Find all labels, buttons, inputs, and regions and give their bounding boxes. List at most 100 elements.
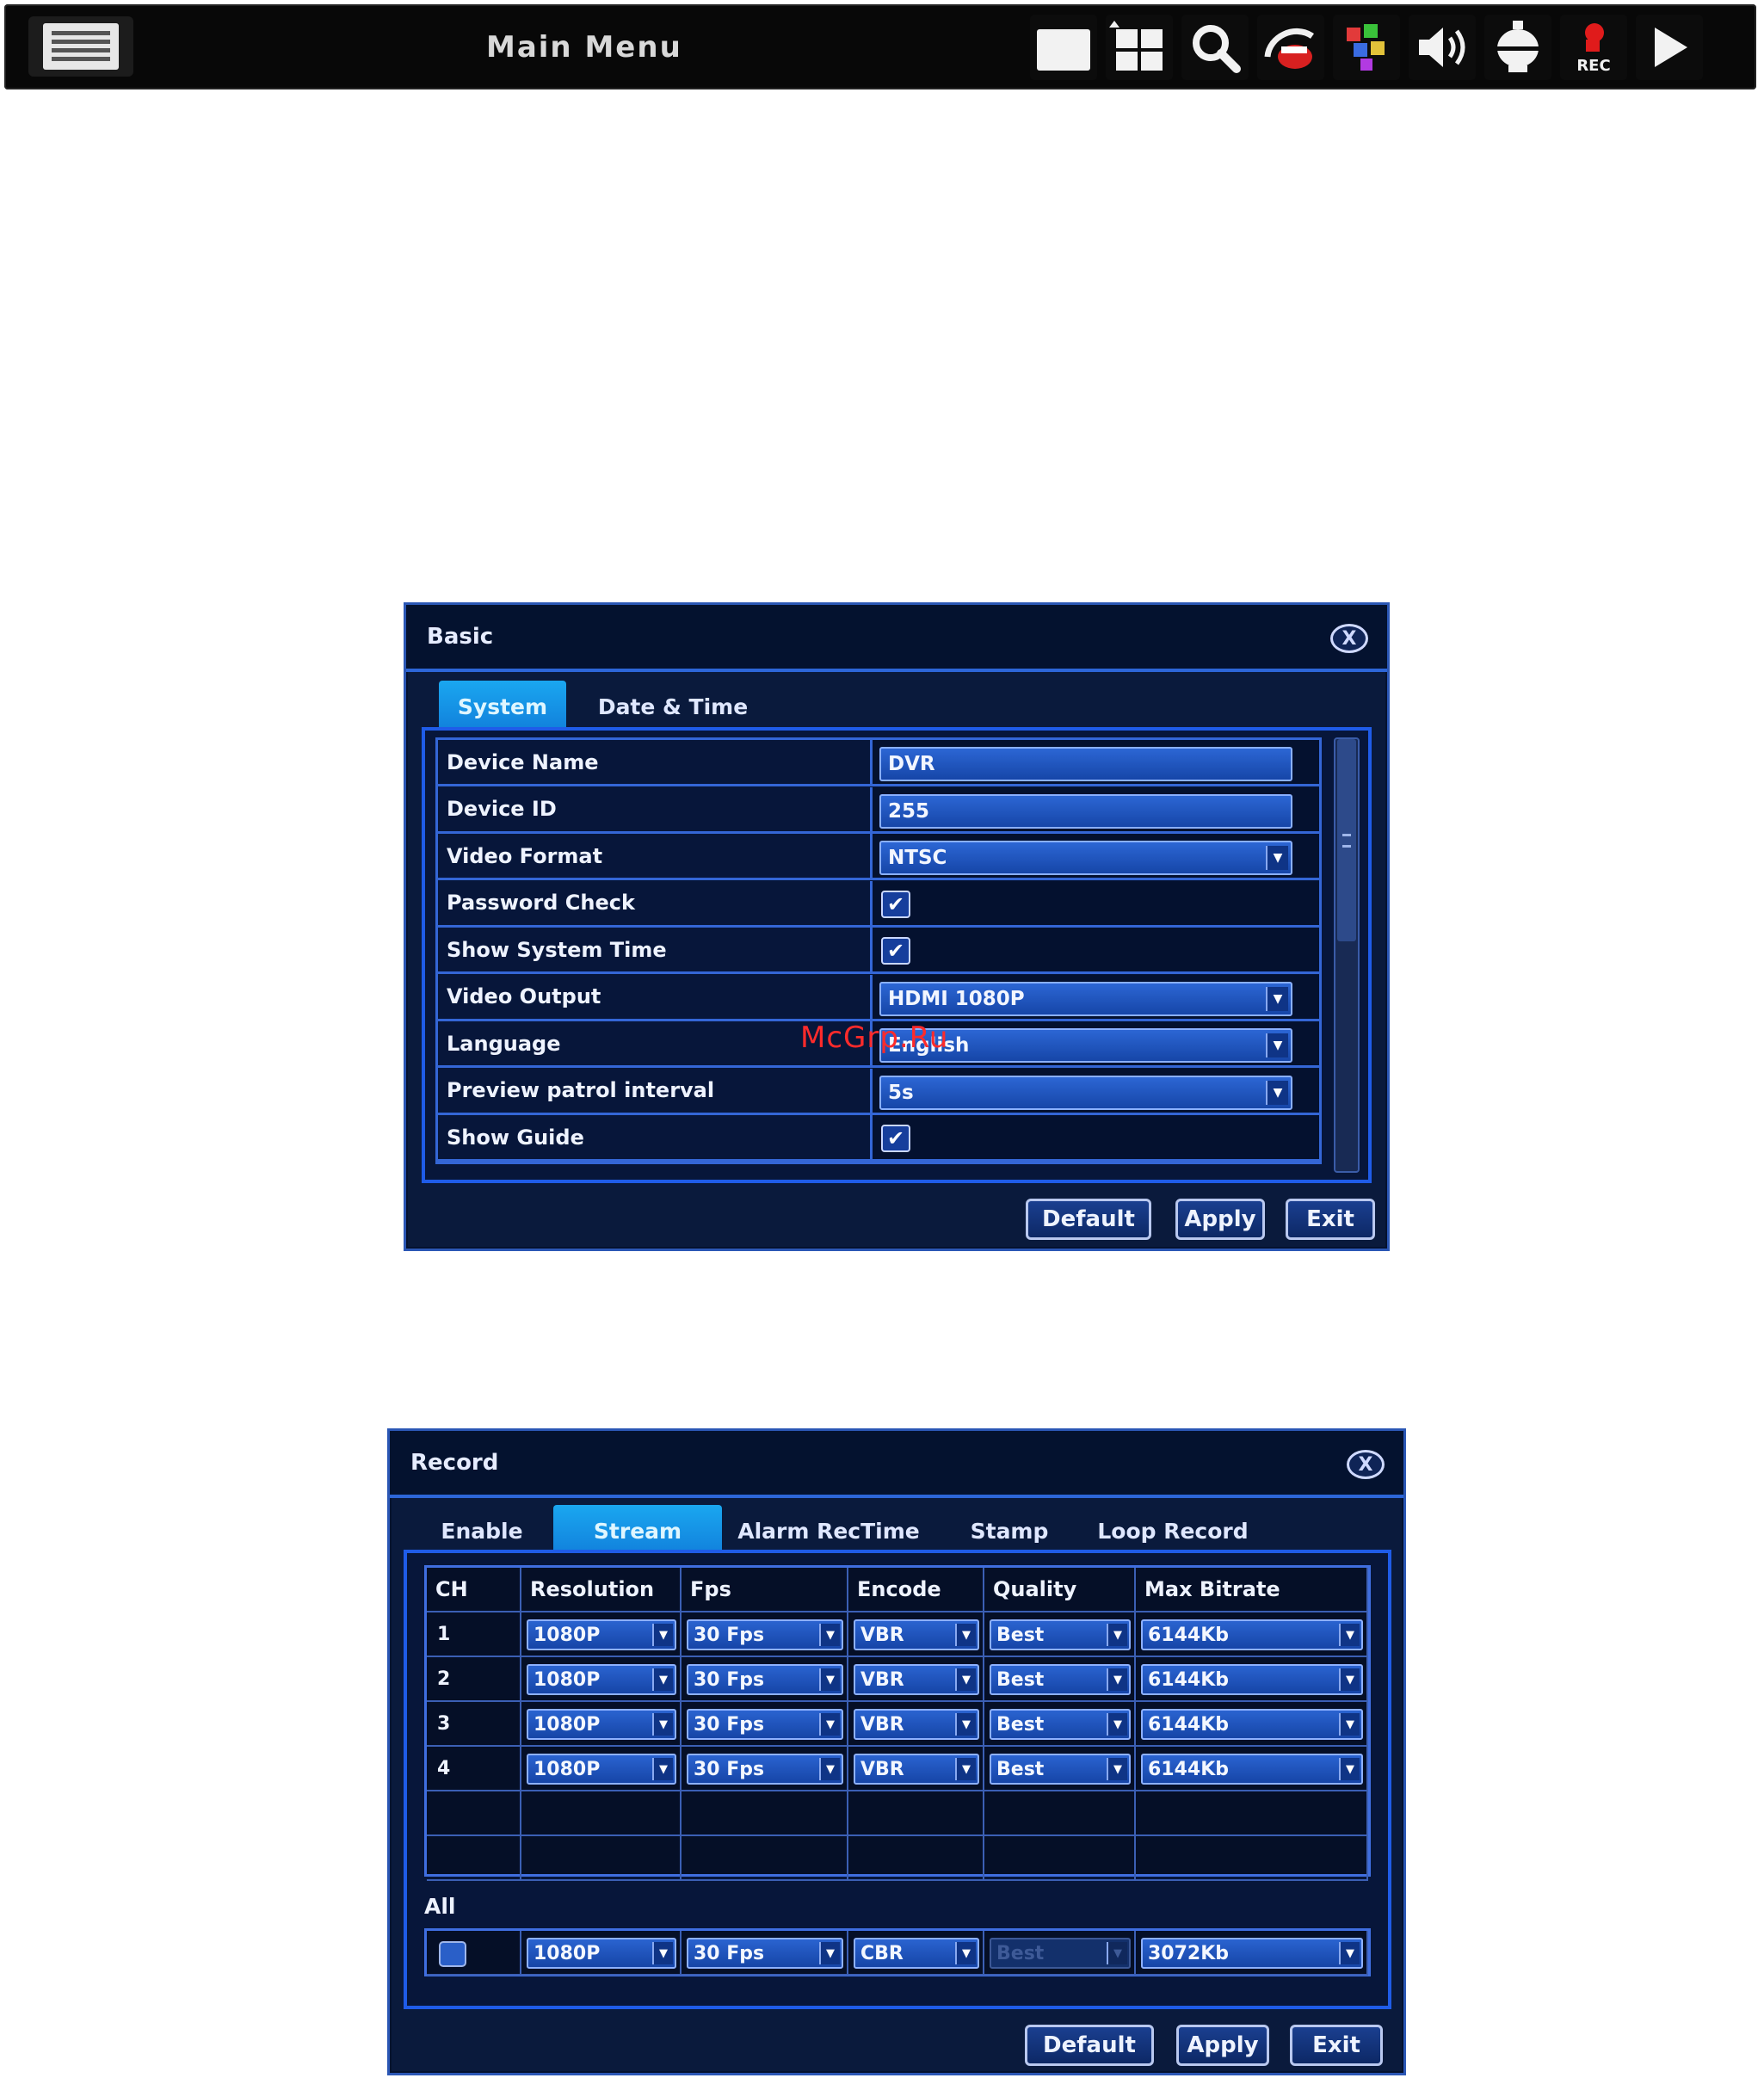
stream-dropdown[interactable]: 30 Fps ▼ — [687, 1754, 843, 1785]
stream-dropdown[interactable]: 3072Kb ▼ — [1141, 1938, 1363, 1969]
chevron-down-icon[interactable]: ▼ — [819, 1758, 840, 1780]
default-button[interactable]: Default — [1025, 2025, 1154, 2066]
scrollbar-thumb[interactable] — [1337, 739, 1356, 941]
stream-dropdown[interactable]: Best ▼ — [990, 1709, 1131, 1740]
chevron-down-icon[interactable]: ▼ — [1266, 1033, 1288, 1057]
quad-view-icon[interactable] — [1106, 15, 1173, 80]
chevron-down-icon[interactable]: ▼ — [955, 1713, 976, 1736]
apply-button[interactable]: Apply — [1175, 1199, 1265, 1240]
chevron-down-icon[interactable]: ▼ — [955, 1758, 976, 1780]
chevron-down-icon[interactable]: ▼ — [652, 1758, 673, 1780]
apply-button[interactable]: Apply — [1176, 2025, 1269, 2066]
chevron-down-icon[interactable]: ▼ — [955, 1668, 976, 1691]
checkbox-checked-icon[interactable]: ✔ — [881, 1125, 910, 1152]
close-icon[interactable]: X — [1347, 1450, 1385, 1479]
setting-value: 255 — [888, 799, 930, 823]
stream-dropdown[interactable]: Best ▼ — [990, 1938, 1131, 1969]
default-button[interactable]: Default — [1026, 1199, 1151, 1240]
stream-dropdown[interactable]: VBR ▼ — [854, 1754, 979, 1785]
chevron-down-icon[interactable]: ▼ — [1266, 986, 1288, 1011]
stream-dropdown[interactable]: 30 Fps ▼ — [687, 1619, 843, 1650]
chevron-down-icon[interactable]: ▼ — [1107, 1713, 1127, 1736]
setting-value-cell: ✔ — [873, 880, 1319, 928]
table-cell: 1080P ▼ — [521, 1612, 682, 1657]
color-icon[interactable] — [1333, 15, 1400, 80]
tab-loop-record[interactable]: Loop Record — [1078, 1505, 1267, 1557]
setting-text-field[interactable]: DVR — [879, 747, 1292, 781]
stream-dropdown[interactable]: 1080P ▼ — [527, 1709, 676, 1740]
stream-dropdown[interactable]: VBR ▼ — [854, 1664, 979, 1695]
stream-dropdown[interactable]: Best ▼ — [990, 1664, 1131, 1695]
exit-button[interactable]: Exit — [1290, 2025, 1383, 2066]
toolbar-icons: REC — [1030, 15, 1703, 80]
search-icon[interactable] — [1181, 15, 1249, 80]
setting-dropdown[interactable]: HDMI 1080P ▼ — [879, 981, 1292, 1016]
stream-dropdown[interactable]: 30 Fps ▼ — [687, 1664, 843, 1695]
stream-dropdown[interactable]: 1080P ▼ — [527, 1619, 676, 1650]
menu-icon[interactable] — [28, 16, 133, 77]
chevron-down-icon[interactable]: ▼ — [819, 1624, 840, 1646]
stream-dropdown[interactable]: 1080P ▼ — [527, 1938, 676, 1969]
chevron-down-icon[interactable]: ▼ — [652, 1942, 673, 1964]
checkbox-checked-icon[interactable]: ✔ — [881, 937, 910, 965]
tab-alarm-rectime[interactable]: Alarm RecTime — [725, 1505, 932, 1557]
settings-row: Preview patrol interval 5s ▼ — [438, 1068, 1319, 1115]
stream-dropdown[interactable]: 1080P ▼ — [527, 1754, 676, 1785]
stream-dropdown[interactable]: 30 Fps ▼ — [687, 1709, 843, 1740]
stream-dropdown[interactable]: Best ▼ — [990, 1754, 1131, 1785]
stream-dropdown[interactable]: VBR ▼ — [854, 1619, 979, 1650]
single-view-icon[interactable] — [1030, 15, 1097, 80]
chevron-down-icon[interactable]: ▼ — [819, 1713, 840, 1736]
chevron-down-icon[interactable]: ▼ — [652, 1668, 673, 1691]
chevron-down-icon[interactable]: ▼ — [1107, 1758, 1127, 1780]
stream-dropdown[interactable]: 1080P ▼ — [527, 1664, 676, 1695]
stream-dropdown[interactable]: 6144Kb ▼ — [1141, 1664, 1363, 1695]
chevron-down-icon[interactable]: ▼ — [1107, 1668, 1127, 1691]
chevron-down-icon[interactable]: ▼ — [955, 1942, 976, 1964]
exit-button[interactable]: Exit — [1286, 1199, 1375, 1240]
stream-dropdown[interactable]: Best ▼ — [990, 1619, 1131, 1650]
column-header: Encode — [848, 1568, 984, 1612]
chevron-down-icon[interactable]: ▼ — [1107, 1942, 1127, 1964]
tab-system[interactable]: System — [439, 681, 566, 732]
setting-dropdown[interactable]: NTSC ▼ — [879, 841, 1292, 875]
tab-stream[interactable]: Stream — [553, 1505, 722, 1557]
all-checkbox[interactable] — [439, 1941, 466, 1967]
stream-dropdown[interactable]: 6144Kb ▼ — [1141, 1619, 1363, 1650]
table-cell: 1080P ▼ — [521, 1657, 682, 1702]
chevron-down-icon[interactable]: ▼ — [819, 1942, 840, 1964]
stream-dropdown[interactable]: 30 Fps ▼ — [687, 1938, 843, 1969]
volume-icon[interactable] — [1409, 15, 1476, 80]
chevron-down-icon[interactable]: ▼ — [652, 1713, 673, 1736]
play-icon[interactable] — [1636, 15, 1703, 80]
stream-dropdown[interactable]: 6144Kb ▼ — [1141, 1754, 1363, 1785]
chevron-down-icon[interactable]: ▼ — [1339, 1668, 1360, 1691]
chevron-down-icon[interactable]: ▼ — [1339, 1758, 1360, 1780]
ptz-icon[interactable] — [1257, 15, 1324, 80]
chevron-down-icon[interactable]: ▼ — [1339, 1942, 1360, 1964]
chevron-down-icon[interactable]: ▼ — [955, 1624, 976, 1646]
close-icon[interactable]: X — [1330, 624, 1368, 653]
chevron-down-icon[interactable]: ▼ — [1339, 1624, 1360, 1646]
chevron-down-icon[interactable]: ▼ — [1266, 1080, 1288, 1105]
chevron-down-icon[interactable]: ▼ — [1266, 846, 1288, 870]
chevron-down-icon[interactable]: ▼ — [1107, 1624, 1127, 1646]
stream-dropdown[interactable]: CBR ▼ — [854, 1938, 979, 1969]
stream-dropdown[interactable]: 6144Kb ▼ — [1141, 1709, 1363, 1740]
chevron-down-icon[interactable]: ▼ — [819, 1668, 840, 1691]
dome-camera-icon[interactable] — [1484, 15, 1551, 80]
checkbox-checked-icon[interactable]: ✔ — [881, 890, 910, 918]
settings-scrollbar[interactable] — [1334, 737, 1360, 1173]
tab-enable[interactable]: Enable — [435, 1505, 529, 1557]
stream-dropdown[interactable]: VBR ▼ — [854, 1709, 979, 1740]
table-cell: 3 — [427, 1702, 521, 1747]
tab-date-time[interactable]: Date & Time — [578, 681, 768, 732]
record-icon[interactable]: REC — [1560, 15, 1627, 80]
setting-text-field[interactable]: 255 — [879, 793, 1292, 829]
setting-dropdown[interactable]: 5s ▼ — [879, 1075, 1292, 1110]
setting-value-cell: 255 — [873, 786, 1319, 834]
chevron-down-icon[interactable]: ▼ — [1339, 1713, 1360, 1736]
tab-stamp[interactable]: Stamp — [949, 1505, 1070, 1557]
chevron-down-icon[interactable]: ▼ — [652, 1624, 673, 1646]
table-cell — [427, 1791, 521, 1836]
